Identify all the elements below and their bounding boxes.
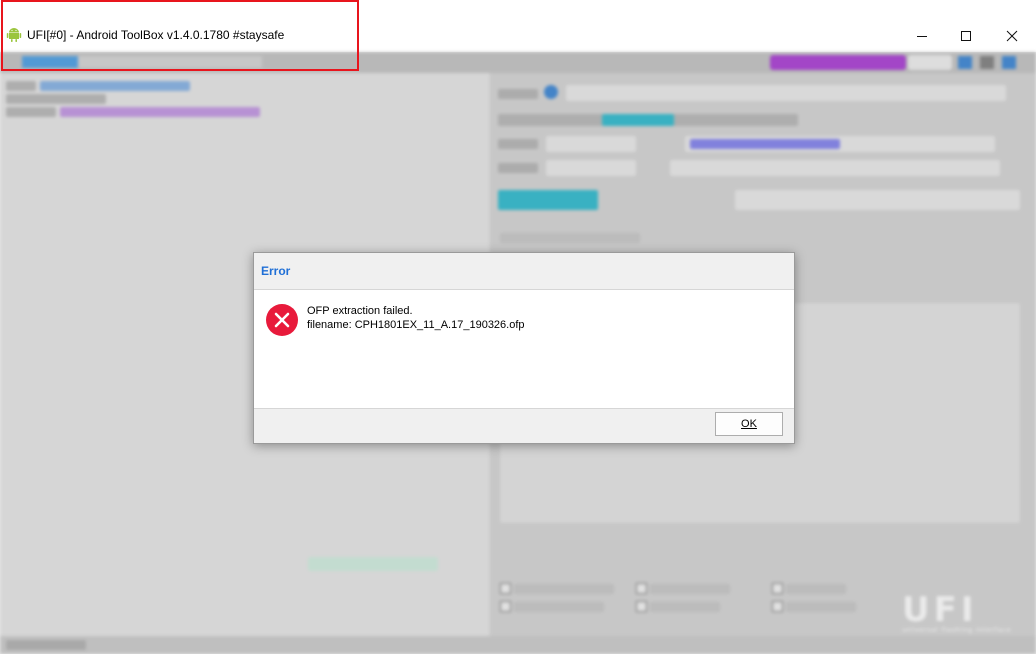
android-icon <box>6 28 22 42</box>
minimize-icon <box>917 36 927 37</box>
error-icon <box>266 304 298 336</box>
error-dialog: Error OFP extraction failed. filename: C… <box>253 252 795 444</box>
close-button[interactable] <box>990 22 1034 50</box>
window-title: UFI[#0] - Android ToolBox v1.4.0.1780 #s… <box>27 28 285 42</box>
dialog-body: OFP extraction failed. filename: CPH1801… <box>254 289 794 409</box>
maximize-button[interactable] <box>944 22 988 50</box>
ok-button[interactable]: OK <box>715 412 783 436</box>
dialog-title: Error <box>261 264 291 278</box>
minimize-button[interactable] <box>900 22 944 50</box>
window-title-bar: UFI[#0] - Android ToolBox v1.4.0.1780 #s… <box>0 0 1036 52</box>
maximize-icon <box>961 31 971 41</box>
error-filename: filename: CPH1801EX_11_A.17_190326.ofp <box>307 319 525 331</box>
close-icon <box>1006 30 1018 42</box>
error-message: OFP extraction failed. <box>307 305 413 317</box>
